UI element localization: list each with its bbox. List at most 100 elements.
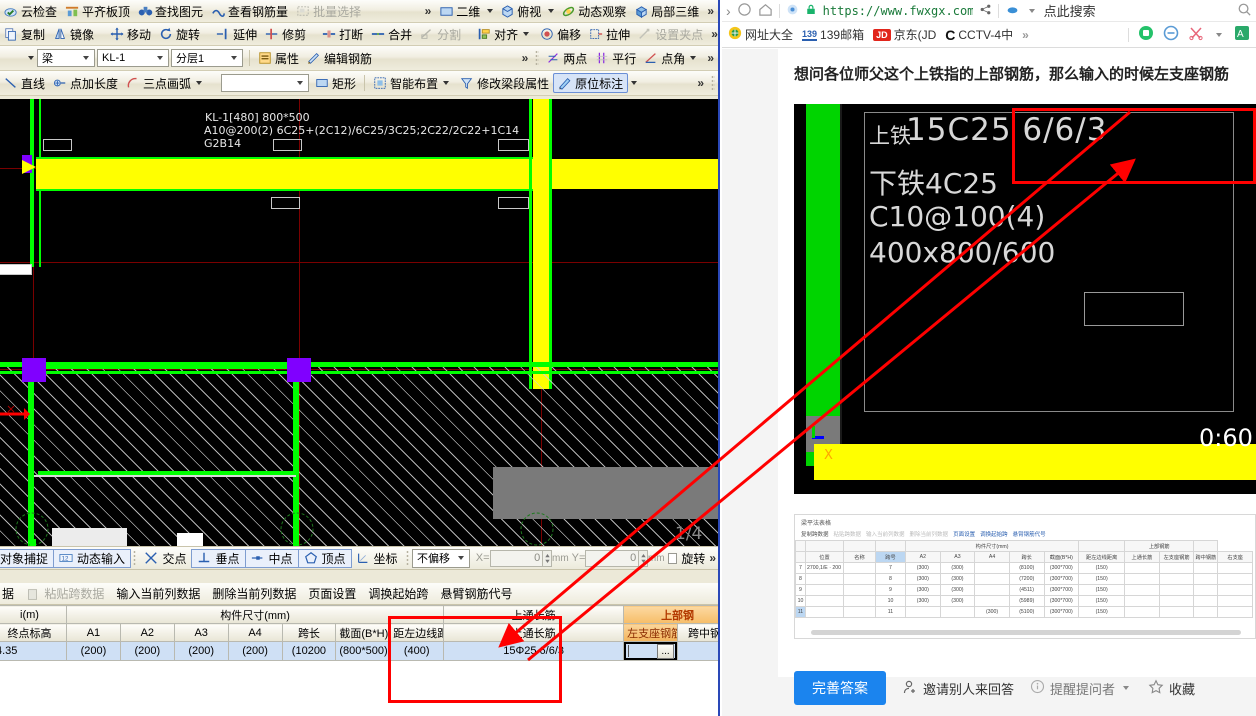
toolbar-smart-layout[interactable]: 智能布置 — [369, 73, 456, 93]
invite-others-action[interactable]: 邀请别人来回答 — [902, 679, 1014, 698]
grid-col-top-through-rebar[interactable]: 上通长筋 — [443, 623, 625, 642]
toolbar-extend[interactable]: 延伸 — [212, 24, 261, 44]
toolbar-row3-overflow-right[interactable]: » — [703, 51, 718, 65]
scissors-chevron-down-icon[interactable] — [1216, 32, 1222, 37]
toolbar-break[interactable]: 打断 — [318, 24, 367, 44]
mini-cmd-5[interactable]: 调换起始跨 — [980, 530, 1008, 538]
snap-intersection[interactable]: 交点 — [139, 549, 191, 568]
grid-cell-a1[interactable]: (200) — [66, 641, 121, 661]
snap-perpendicular[interactable]: 垂点 — [191, 548, 246, 568]
snap-dynamic-input[interactable]: 12 动态输入 — [53, 548, 132, 568]
embedded-table-image[interactable]: 梁平法表格 复制跨数据 粘贴跨数据 输入当前列数据 删除当前列数据 页面设置 调… — [794, 514, 1256, 639]
bookmark-jd[interactable]: JD 京东(JD — [873, 26, 936, 43]
grid-cmd-delete-current-column[interactable]: 删除当前列数据 — [206, 585, 302, 602]
grid-col-a2[interactable]: A2 — [119, 623, 175, 642]
x-coordinate-input[interactable]: 0 — [489, 549, 544, 567]
mini-cmd-0[interactable]: 复制跨数据 — [801, 530, 829, 538]
toolbar-move[interactable]: 移动 — [106, 24, 155, 44]
bookmark-cctv4[interactable]: C CCTV-4中 — [945, 26, 1013, 43]
toolbar-row2-overflow[interactable]: » — [707, 27, 718, 41]
cloud-chevron-down-icon[interactable] — [1028, 8, 1035, 13]
list-item[interactable]: 11 11 (300) (5100) (300*700) (150) — [795, 606, 1253, 618]
grid-cell-input-caret[interactable] — [628, 645, 657, 657]
search-icon[interactable] — [1237, 2, 1252, 20]
list-item[interactable]: 10 10 (300) (300) (5989) (300*700) (150) — [795, 595, 1253, 607]
url-text[interactable]: https://www.fwxgx.com/q — [823, 4, 973, 18]
toolbar-dynamic-orbit[interactable]: 动态观察 — [557, 1, 630, 21]
mini-cmd-4[interactable]: 页面设置 — [953, 530, 975, 538]
toolbar-local-3d[interactable]: 局部三维 — [630, 1, 703, 21]
toolbar-point-plus-length[interactable]: 点加长度 — [49, 73, 122, 93]
search-placeholder-text[interactable]: 点此搜索 — [1044, 1, 1096, 20]
grid-col-span-length[interactable]: 跨长 — [281, 623, 337, 642]
bookmark-139-mail[interactable]: 139 139邮箱 — [802, 26, 864, 43]
grid-col-end-elevation[interactable]: 终点标高 — [0, 623, 67, 642]
combo-draw-mode-chevron-down-icon[interactable] — [297, 81, 304, 85]
in-place-annotation-chevron-down-icon[interactable] — [631, 81, 638, 85]
cloud-icon[interactable] — [1005, 3, 1020, 19]
grid-cell-ellipsis-button[interactable]: ... — [657, 643, 674, 659]
toolbar-view-2d[interactable]: 二维 — [435, 1, 484, 21]
translate-icon[interactable]: A — [1234, 25, 1250, 44]
toolbar-point-angle[interactable]: 点角 — [640, 48, 703, 68]
rotate-checkbox[interactable] — [667, 552, 678, 564]
toolbar-copy[interactable]: 复制 — [0, 24, 49, 44]
toolbar-view-rebar-quantity[interactable]: 查看钢筋量 — [207, 1, 292, 21]
grid-cmd-cantilever-rebar-code[interactable]: 悬臂钢筋代号 — [434, 585, 518, 602]
grid-col-a3[interactable]: A3 — [173, 623, 229, 642]
grid-cell-left-support-rebar-active[interactable]: ... — [623, 641, 678, 661]
offset-mode-chevron-down-icon[interactable] — [457, 556, 464, 560]
bookmark-site-directory[interactable]: 网址大全 — [728, 26, 793, 43]
toolbar-find-element[interactable]: 查找图元 — [134, 1, 207, 21]
more-bookmarks-icon[interactable]: » — [1022, 28, 1029, 42]
snap-object-snap[interactable]: 对象捕捉 — [0, 548, 55, 568]
grid-col-section[interactable]: 截面(B*H) — [335, 623, 391, 642]
member-nav-chevron-icon[interactable] — [28, 56, 34, 60]
toolbar-properties[interactable]: 属性 — [254, 48, 303, 68]
y-coordinate-input[interactable]: 0 — [585, 549, 640, 567]
qq-icon[interactable] — [1138, 25, 1154, 44]
toolbar-cloud-check[interactable]: 云检查 — [0, 1, 61, 21]
mini-table-scrollbar[interactable] — [811, 630, 1241, 635]
embedded-cad-image[interactable]: 上铁 15C25 6/6/3 下铁4C25 C10@100(4) 400x800… — [794, 104, 1256, 494]
table-row[interactable]: 4.35 (200) (200) (200) (200) (10200 (800… — [0, 641, 718, 661]
toolbar-align[interactable]: 对齐 — [473, 24, 536, 44]
grid-cell-span-length[interactable]: (10200 — [281, 641, 337, 661]
grid-col-a4[interactable]: A4 — [227, 623, 283, 642]
grid-cmd-copy-span-data[interactable]: 据 — [0, 585, 20, 602]
combo-draw-mode[interactable] — [221, 74, 310, 92]
toolbar-merge[interactable]: 合并 — [367, 24, 416, 44]
grid-cell-top-through-rebar[interactable]: 15Φ25 6/6/3 — [443, 641, 625, 661]
grid-cell-dist-left-edge[interactable]: (400) — [389, 641, 445, 661]
home-icon[interactable] — [758, 2, 773, 20]
combo-layer[interactable]: 分层1 — [171, 49, 243, 67]
list-item[interactable]: 9 9 (300) (300) (4511) (300*700) (150) — [795, 584, 1253, 596]
grid-cell-a2[interactable]: (200) — [119, 641, 175, 661]
shield-icon[interactable] — [786, 3, 799, 19]
toolbar-line[interactable]: 直线 — [0, 73, 49, 93]
toolbar-trim[interactable]: 修剪 — [261, 24, 310, 44]
toolbar-modify-beam-segment[interactable]: 修改梁段属性 — [456, 73, 553, 93]
toolbar-top-view[interactable]: 俯视 — [496, 1, 545, 21]
smart-layout-chevron-down-icon[interactable] — [443, 81, 450, 85]
scissors-icon[interactable] — [1188, 25, 1204, 44]
grid-cmd-swap-start-span[interactable]: 调换起始跨 — [362, 585, 434, 602]
improve-answer-button[interactable]: 完善答案 — [794, 671, 886, 705]
toolbar-row1-overflow[interactable]: » — [421, 4, 436, 18]
grid-cell-a4[interactable]: (200) — [227, 641, 283, 661]
grid-cell-section[interactable]: (800*500) — [335, 641, 391, 661]
toolbar-rotate[interactable]: 旋转 — [155, 24, 204, 44]
mini-cmd-6[interactable]: 悬臂钢筋代号 — [1013, 530, 1046, 538]
toolbar-two-point[interactable]: 两点 — [542, 48, 591, 68]
combo-category[interactable]: 梁 — [37, 49, 95, 67]
share-icon[interactable] — [979, 3, 992, 19]
toolbar-offset[interactable]: 偏移 — [536, 24, 585, 44]
grid-cell-midspan-rebar[interactable] — [677, 641, 718, 661]
grid-col-left-support-rebar[interactable]: 左支座钢筋 — [623, 623, 678, 642]
reload-circle-icon[interactable] — [737, 2, 752, 20]
align-chevron-down-icon[interactable] — [523, 32, 530, 36]
combo-member-chevron-down-icon[interactable] — [157, 56, 163, 60]
toolbar-mirror[interactable]: 镜像 — [49, 24, 98, 44]
back-arrow-icon[interactable]: › — [726, 3, 731, 19]
toolbar-rectangle[interactable]: 矩形 — [311, 73, 360, 93]
